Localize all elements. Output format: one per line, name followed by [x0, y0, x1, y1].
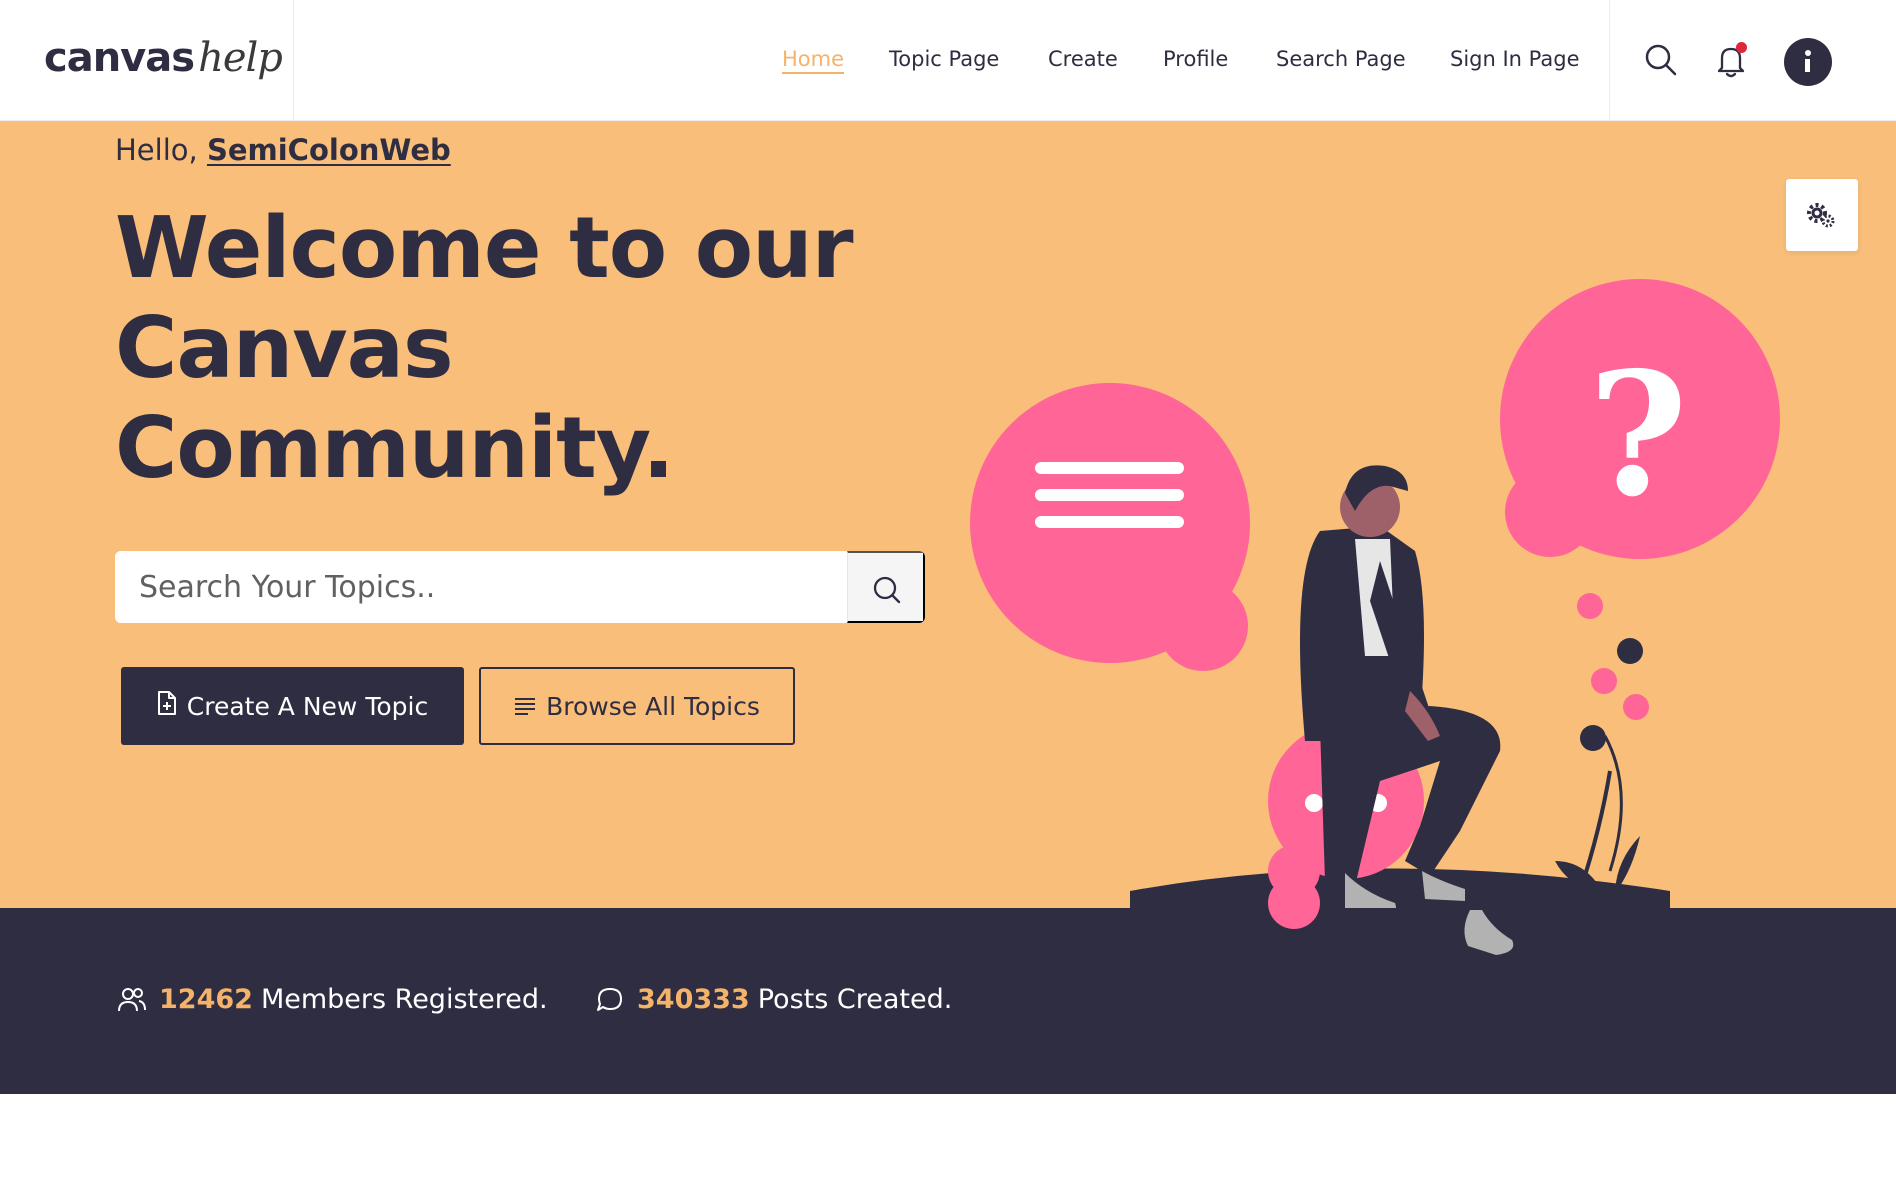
logo[interactable]: canvas help — [44, 34, 283, 82]
browse-topics-button[interactable]: Browse All Topics — [479, 667, 795, 745]
search-icon[interactable] — [1641, 40, 1681, 80]
notification-dot — [1736, 42, 1747, 53]
posts-stat: 340333 Posts Created. — [595, 984, 952, 1015]
logo-container: canvas help — [0, 0, 294, 121]
list-icon — [514, 692, 536, 721]
greeting: Hello, SemiColonWeb — [115, 133, 451, 167]
search-input[interactable] — [115, 551, 847, 623]
gear-icon[interactable] — [1786, 179, 1858, 251]
page-title: Welcome to our Canvas Community. — [115, 199, 854, 498]
hero-section: Hello, SemiColonWeb Welcome to our Canva… — [0, 121, 1896, 908]
community-illustration: ? — [970, 279, 1780, 908]
browse-topics-label: Browse All Topics — [546, 691, 760, 721]
chat-bubble-icon — [595, 985, 625, 1015]
members-label: Members Registered. — [260, 984, 548, 1015]
users-icon — [117, 985, 147, 1015]
nav-item-create[interactable]: Create — [1048, 47, 1118, 71]
nav-item-topic-page[interactable]: Topic Page — [889, 47, 999, 71]
search-submit-button[interactable] — [847, 551, 925, 623]
illustration-foreground — [1268, 880, 1514, 955]
create-topic-label: Create A New Topic — [186, 691, 429, 721]
posts-label: Posts Created. — [757, 984, 953, 1015]
posts-count: 340333 — [637, 984, 750, 1015]
members-stat: 12462 Members Registered. — [117, 984, 548, 1015]
members-count: 12462 — [159, 984, 253, 1015]
svg-text:?: ? — [1588, 335, 1688, 535]
site-header: canvas help Home Topic Page Create Profil… — [0, 0, 1896, 121]
create-topic-button[interactable]: Create A New Topic — [121, 667, 464, 745]
logo-light-text: help — [198, 35, 283, 81]
nav-item-sign-in-page[interactable]: Sign In Page — [1450, 47, 1580, 71]
logo-bold-text: canvas — [44, 35, 195, 81]
nav-item-search-page[interactable]: Search Page — [1276, 47, 1406, 71]
nav-item-home[interactable]: Home — [782, 47, 844, 71]
search-icon — [873, 576, 901, 604]
new-file-icon — [157, 691, 177, 721]
info-icon[interactable] — [1784, 38, 1832, 86]
username-link[interactable]: SemiColonWeb — [207, 133, 451, 167]
nav-item-profile[interactable]: Profile — [1163, 47, 1228, 71]
greeting-text: Hello, — [115, 133, 207, 167]
topic-search — [115, 551, 925, 623]
